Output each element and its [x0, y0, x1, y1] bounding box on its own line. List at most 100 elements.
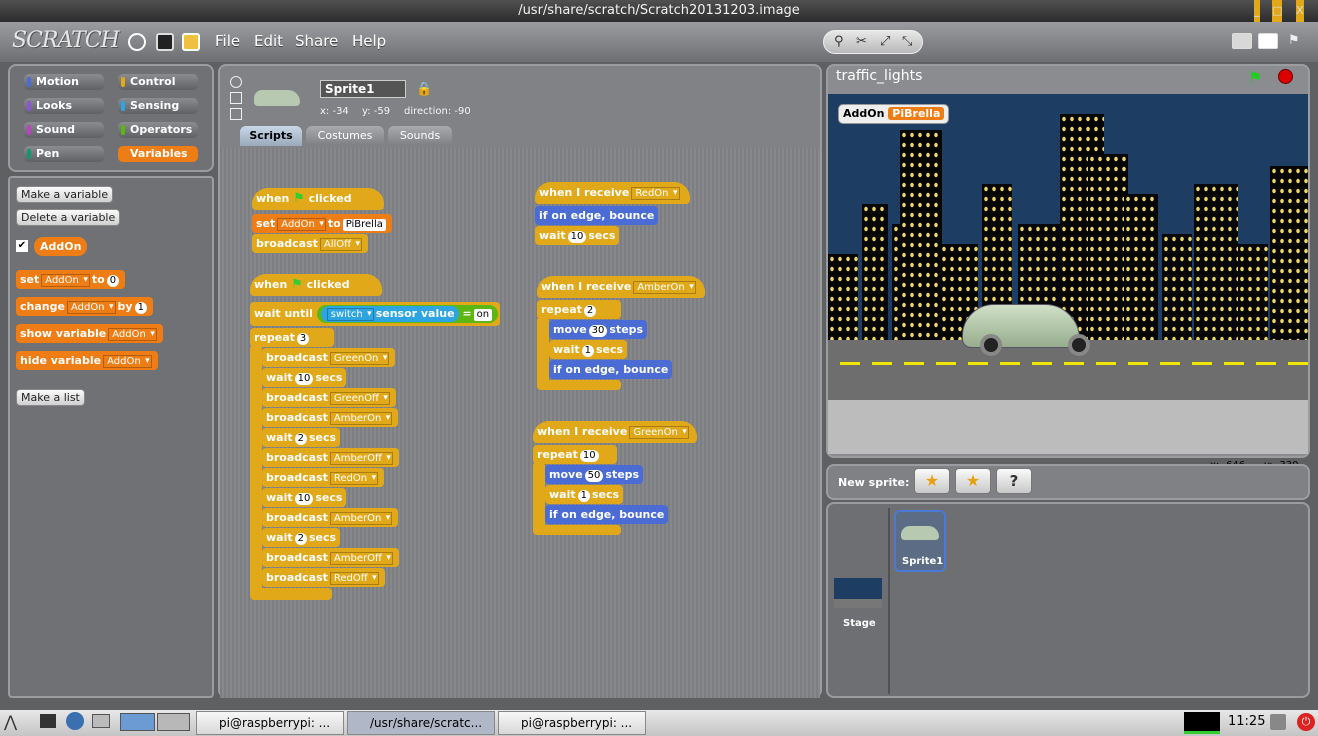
green-flag-button[interactable]: ⚑ — [1248, 68, 1262, 87]
repeat-count[interactable]: 2 — [583, 305, 597, 317]
bounce-block[interactable]: if on edge, bounce — [549, 360, 673, 379]
wait-block[interactable]: wait 10 secs — [262, 368, 347, 387]
small-stage-button[interactable] — [1232, 33, 1252, 49]
repeat-block[interactable]: repeat 2 — [537, 300, 621, 319]
wait-input[interactable]: 10 — [294, 493, 314, 505]
move-block[interactable]: move 50 steps — [545, 465, 644, 484]
bounce-block[interactable]: if on edge, bounce — [545, 505, 669, 524]
message-dropdown[interactable]: RedOff — [329, 572, 379, 585]
var-dropdown[interactable]: AddOn — [277, 218, 326, 231]
category-looks[interactable]: Looks — [24, 98, 104, 114]
menu-help[interactable]: Help — [352, 32, 386, 50]
when-flag-hat[interactable]: when ⚑ clicked — [250, 274, 382, 296]
var-dropdown[interactable]: AddOn — [103, 355, 152, 368]
message-dropdown[interactable]: AmberOff — [329, 552, 393, 565]
shrink-icon[interactable]: ⤡ — [902, 34, 912, 49]
message-dropdown[interactable]: GreenOn — [629, 426, 689, 439]
stage-thumbnail[interactable] — [834, 578, 882, 608]
repeat-block[interactable]: repeat 10 — [533, 445, 617, 464]
message-dropdown[interactable]: RedOn — [631, 187, 680, 200]
message-dropdown[interactable]: AmberOn — [329, 512, 393, 525]
power-icon[interactable]: ⏻ — [1297, 713, 1315, 731]
var-dropdown[interactable]: AddOn — [108, 328, 157, 341]
message-dropdown[interactable]: AmberOn — [633, 281, 696, 294]
lock-icon[interactable]: 🔒 — [416, 82, 432, 97]
make-variable-button[interactable]: Make a variable — [16, 186, 114, 203]
paint-sprite-icon[interactable]: ★ — [914, 468, 950, 494]
category-sound[interactable]: Sound — [24, 122, 104, 138]
broadcast-block[interactable]: broadcast GreenOn — [262, 348, 396, 367]
normal-stage-button[interactable] — [1258, 33, 1278, 49]
terminal-launcher-icon[interactable] — [40, 714, 56, 728]
sprite1-tile[interactable]: Sprite1 — [894, 510, 946, 572]
broadcast-block[interactable]: broadcast RedOn — [262, 468, 385, 487]
stage-canvas[interactable]: AddOn PiBrella — [828, 94, 1308, 454]
value-input[interactable]: PiBrella — [342, 219, 386, 231]
tab-costumes[interactable]: Costumes — [306, 126, 384, 146]
no-rotate-icon[interactable] — [230, 108, 242, 120]
wait-block[interactable]: wait 2 secs — [262, 428, 341, 447]
wait-input[interactable]: 10 — [567, 231, 587, 243]
sensor-value-reporter[interactable]: switchsensor value — [320, 306, 459, 322]
stamp-icon[interactable]: ⚲ — [834, 34, 844, 49]
wait-input[interactable]: 1 — [577, 490, 590, 502]
show-variable-block[interactable]: show variable AddOn — [16, 324, 163, 343]
category-control[interactable]: Control — [118, 74, 198, 90]
repeat-count[interactable]: 10 — [579, 450, 599, 462]
workspace-2[interactable] — [157, 713, 190, 731]
share-icon[interactable] — [182, 33, 200, 51]
message-dropdown[interactable]: AllOff — [319, 238, 363, 251]
presentation-mode-icon[interactable]: ⚑ — [1288, 33, 1300, 48]
save-icon[interactable] — [156, 33, 174, 51]
variable-checkbox[interactable]: ✔ — [16, 240, 28, 252]
menu-edit[interactable]: Edit — [254, 32, 283, 50]
set-variable-block[interactable]: setAddOnto0 — [16, 270, 126, 289]
grow-icon[interactable]: ⤢ — [880, 34, 890, 49]
variable-monitor[interactable]: AddOn PiBrella — [838, 104, 950, 124]
choose-sprite-icon[interactable]: ★ — [955, 468, 991, 494]
when-flag-hat[interactable]: when ⚑ clicked — [252, 188, 384, 210]
wait-block[interactable]: wait 1 secs — [549, 340, 628, 359]
when-receive-hat[interactable]: when I receive AmberOn — [537, 276, 705, 298]
wait-until-block[interactable]: wait until switchsensor value =on — [250, 302, 500, 326]
var-dropdown[interactable]: AddOn — [66, 301, 116, 314]
var-dropdown[interactable]: AddOn — [41, 274, 90, 287]
wait-block[interactable]: wait 10 secs — [535, 226, 620, 245]
category-variables[interactable]: Variables — [118, 146, 198, 162]
when-receive-hat[interactable]: when I receive GreenOn — [533, 421, 697, 443]
make-list-button[interactable]: Make a list — [16, 389, 85, 406]
set-addon-block[interactable]: setAddOntoPiBrella — [252, 214, 392, 233]
change-value[interactable]: 1 — [134, 302, 147, 314]
message-dropdown[interactable]: GreenOn — [329, 352, 390, 365]
wait-block[interactable]: wait 10 secs — [262, 488, 347, 507]
broadcast-block[interactable]: broadcast AmberOn — [262, 408, 399, 427]
tab-sounds[interactable]: Sounds — [388, 126, 452, 146]
sensor-dropdown[interactable]: switch — [326, 308, 374, 321]
broadcast-block[interactable]: broadcast AmberOff — [262, 548, 399, 567]
workspace-1[interactable] — [120, 713, 155, 731]
message-dropdown[interactable]: RedOn — [329, 472, 379, 485]
task-terminal-1[interactable]: pi@raspberrypi: ... — [196, 711, 344, 735]
lock-screen-icon[interactable] — [1270, 714, 1286, 730]
steps-input[interactable]: 50 — [584, 470, 604, 482]
delete-variable-button[interactable]: Delete a variable — [16, 209, 121, 226]
wait-input[interactable]: 2 — [294, 533, 307, 545]
wait-block[interactable]: wait 2 secs — [262, 528, 341, 547]
category-sensing[interactable]: Sensing — [118, 98, 198, 114]
when-receive-hat[interactable]: when I receive RedOn — [535, 182, 690, 204]
message-dropdown[interactable]: AmberOff — [329, 452, 393, 465]
browser-launcher-icon[interactable] — [66, 712, 84, 730]
move-block[interactable]: move 30 steps — [549, 320, 648, 339]
hide-variable-block[interactable]: hide variable AddOn — [16, 351, 158, 370]
minimize-button[interactable]: _ — [1254, 0, 1260, 22]
broadcast-block[interactable]: broadcast AmberOn — [262, 508, 399, 527]
rotate-icon[interactable] — [230, 76, 242, 88]
sprite-name-field[interactable]: Sprite1 — [320, 80, 406, 98]
set-value[interactable]: 0 — [106, 275, 120, 287]
wait-input[interactable]: 2 — [294, 433, 307, 445]
start-menu-icon[interactable]: ⋀ — [4, 712, 17, 731]
equals-operator[interactable]: switchsensor value =on — [316, 305, 499, 323]
maximize-button[interactable]: □ — [1272, 0, 1283, 22]
broadcast-block[interactable]: broadcast GreenOff — [262, 388, 396, 407]
random-sprite-icon[interactable]: ? — [996, 468, 1032, 494]
